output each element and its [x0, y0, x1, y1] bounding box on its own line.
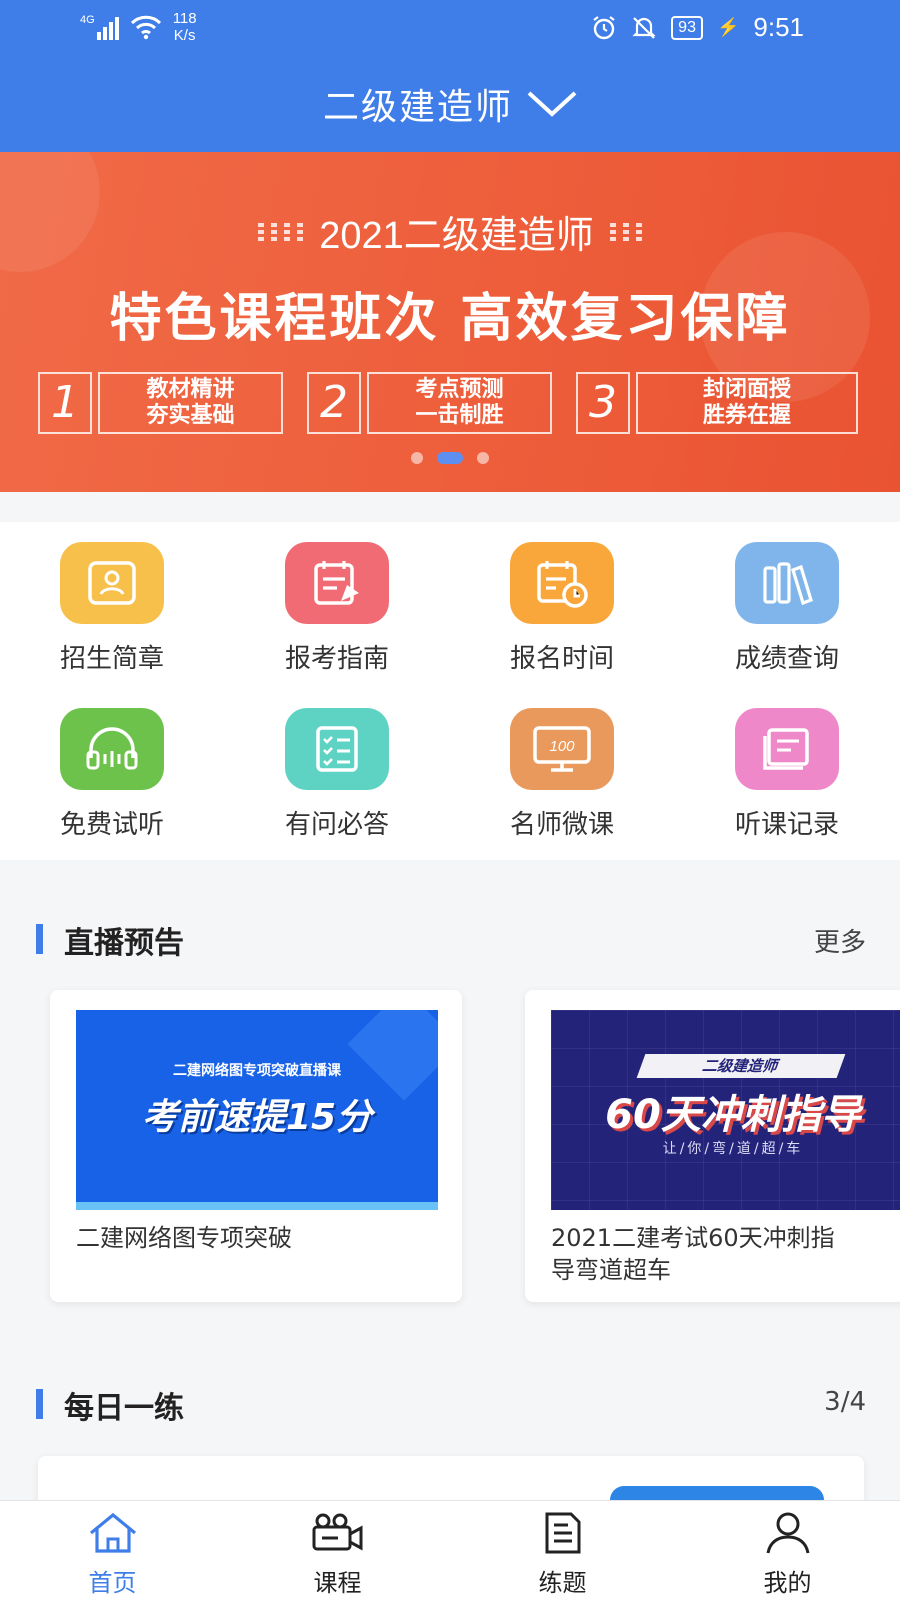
video-camera-icon: [312, 1513, 362, 1551]
grid-item-score-query[interactable]: 成绩查询: [697, 542, 877, 675]
feature-grid: 招生简章 报考指南 报名时间 成绩查询 免费试听 有问必答 100 名师微课 听…: [0, 522, 900, 860]
calendar-clock-icon: [510, 542, 614, 624]
banner-feature: 1 教材精讲 夯实基础: [38, 372, 283, 434]
guide-icon: [285, 542, 389, 624]
status-bar: 4G 118 K/s 93 ⚡ 9:51: [0, 0, 900, 52]
practice-counter: 3/4: [824, 1387, 866, 1417]
home-icon: [89, 1512, 136, 1553]
document-icon: [545, 1512, 580, 1554]
tab-courses[interactable]: 课程: [225, 1511, 450, 1598]
charging-icon: ⚡: [716, 17, 740, 37]
signal-icon: 4G: [80, 14, 119, 40]
exam-selector[interactable]: 二级建造师: [0, 78, 900, 130]
network-speed: 118 K/s: [172, 10, 197, 44]
page-title: 二级建造师: [322, 87, 513, 128]
grid-item-exam-guide[interactable]: 报考指南: [247, 542, 427, 675]
tab-practice[interactable]: 练题: [450, 1511, 675, 1598]
grid-item-free-trial[interactable]: 免费试听: [22, 708, 202, 841]
tab-home[interactable]: 首页: [0, 1511, 225, 1598]
banner-headline: 特色课程班次 高效复习保障: [109, 289, 791, 349]
live-card-thumbnail: 二级建造师 60天冲刺指导 让/你/弯/道/超/车: [551, 1010, 900, 1210]
banner-subtitle: 2021二级建造师: [0, 204, 900, 259]
svg-text:100: 100: [549, 738, 575, 755]
wifi-icon: [130, 15, 161, 40]
grid-item-admission-guide[interactable]: 招生简章: [22, 542, 202, 675]
brochure-icon: [60, 542, 164, 624]
mute-bell-icon: [632, 16, 656, 39]
user-icon: [766, 1512, 809, 1554]
live-card-title: 二建网络图专项突破: [76, 1224, 292, 1252]
monitor-100-icon: 100: [510, 708, 614, 790]
live-card[interactable]: 二级建造师 60天冲刺指导 让/你/弯/道/超/车 2021二建考试60天冲刺指…: [525, 990, 900, 1302]
banner-feature: 2 考点预测 一击制胜: [307, 372, 552, 434]
clock-time: 9:51: [753, 12, 804, 42]
live-card-title: 2021二建考试60天冲刺指 导弯道超车: [551, 1224, 835, 1284]
promo-banner[interactable]: 2021二级建造师 特色课程班次 高效复习保障 1 教材精讲 夯实基础 2 考点预…: [0, 152, 900, 492]
live-card-thumbnail: 二建网络图专项突破直播课 考前速提15分: [76, 1010, 438, 1210]
banner-pagination[interactable]: [0, 452, 900, 464]
notebook-icon: [735, 708, 839, 790]
chevron-down-icon: [527, 91, 577, 117]
pager-dot-active[interactable]: [437, 452, 463, 464]
pager-dot[interactable]: [411, 452, 423, 464]
headphones-icon: [60, 708, 164, 790]
banner-features: 1 教材精讲 夯实基础 2 考点预测 一击制胜 3 封闭面授 胜券在握: [38, 372, 858, 434]
pager-dot[interactable]: [477, 452, 489, 464]
alarm-icon: [593, 15, 615, 39]
battery-indicator: 93: [671, 15, 703, 40]
books-icon: [735, 542, 839, 624]
checklist-icon: [285, 708, 389, 790]
grid-item-study-record[interactable]: 听课记录: [697, 708, 877, 841]
app-header: 4G 118 K/s 93 ⚡ 9:51 二级建造师: [0, 0, 900, 152]
more-link[interactable]: 更多: [814, 922, 866, 959]
bottom-tab-bar: 首页 课程 练题 我的: [0, 1500, 900, 1600]
section-title: 每日一练: [64, 1391, 184, 1426]
grid-item-registration-time[interactable]: 报名时间: [472, 542, 652, 675]
live-card[interactable]: 二建网络图专项突破直播课 考前速提15分 二建网络图专项突破: [50, 990, 462, 1302]
grid-item-qa[interactable]: 有问必答: [247, 708, 427, 841]
grid-item-mini-lectures[interactable]: 100 名师微课: [472, 708, 652, 841]
section-title: 直播预告: [64, 926, 184, 961]
daily-section-header: 每日一练 3/4: [36, 1383, 866, 1426]
banner-feature: 3 封闭面授 胜券在握: [576, 372, 858, 434]
live-section-header: 直播预告 更多: [36, 918, 866, 961]
tab-profile[interactable]: 我的: [675, 1511, 900, 1598]
